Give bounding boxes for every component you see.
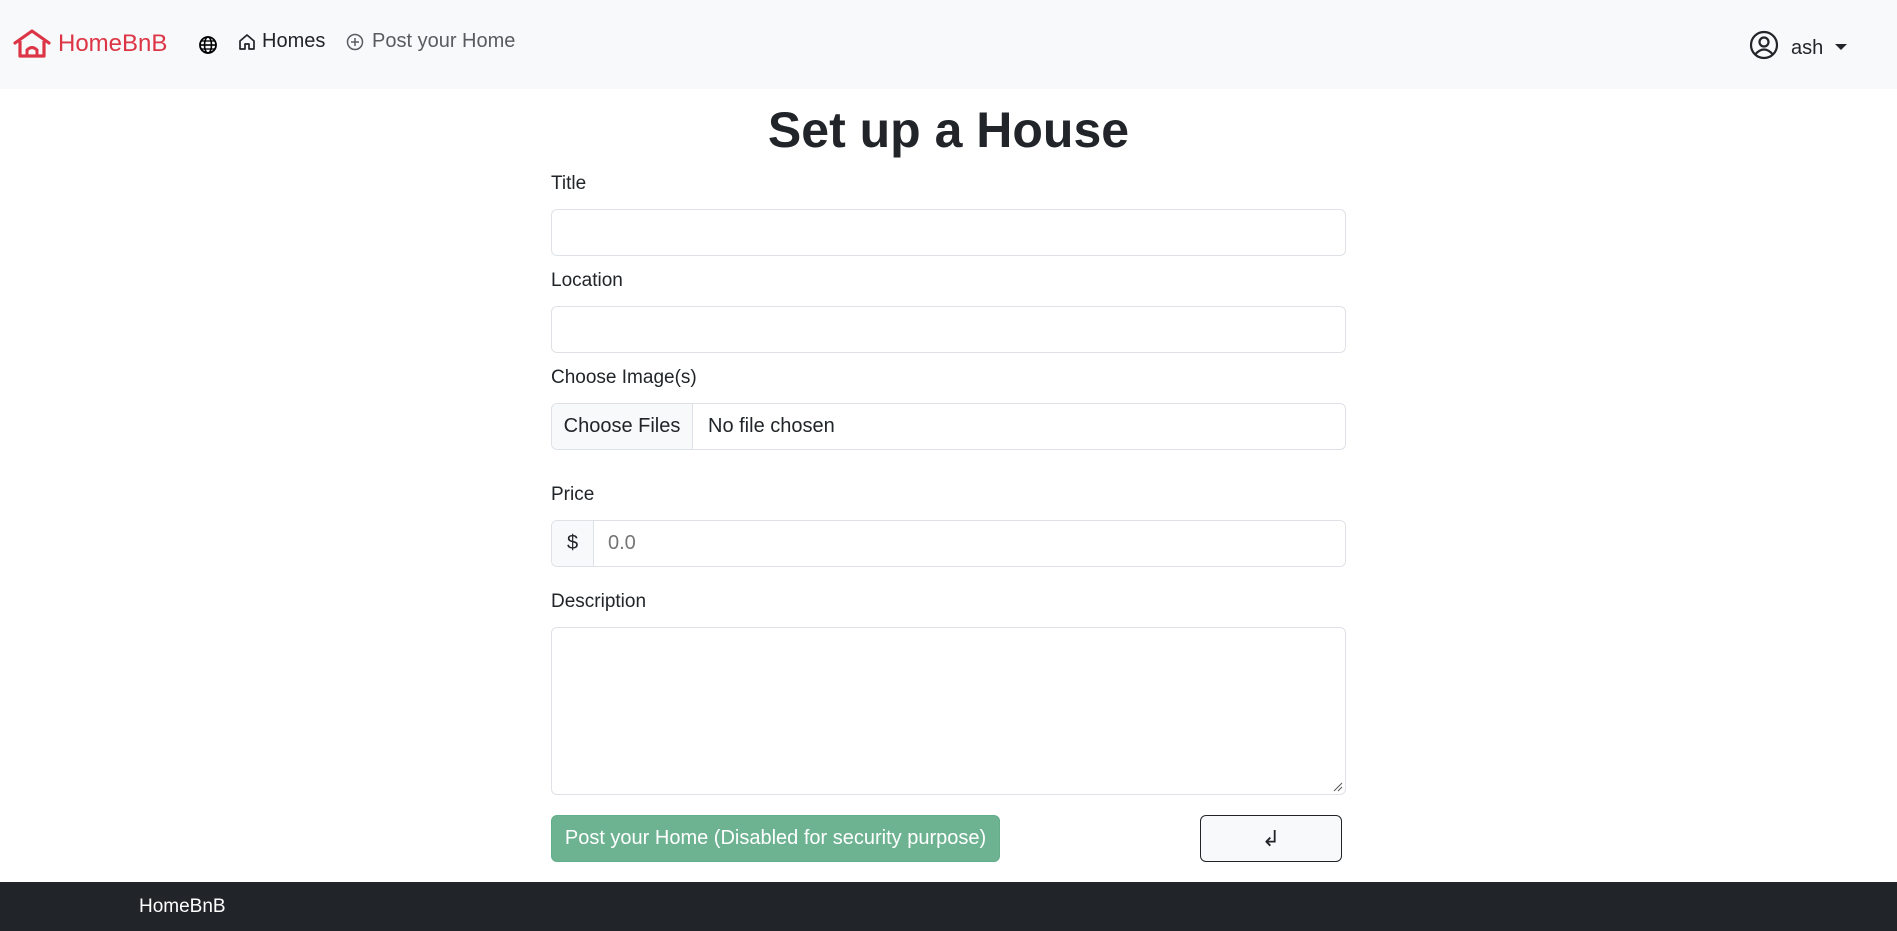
user-menu-dropdown[interactable]: ash [1749, 30, 1848, 60]
house-logo-icon [13, 29, 51, 58]
description-label: Description [551, 591, 647, 612]
nav-homes-label: Homes [262, 30, 326, 52]
nav-post-label: Post your Home [372, 30, 516, 52]
home-icon [239, 33, 255, 50]
brand-name: HomeBnB [58, 30, 168, 57]
footer: HomeBnB [0, 882, 1897, 931]
post-home-button[interactable]: Post your Home (Disabled for security pu… [551, 815, 1000, 862]
footer-brand: HomeBnB [139, 896, 226, 917]
nav-link-homes[interactable]: Homes [238, 30, 325, 53]
navbar: HomeBnB Homes Post your Home ash [0, 0, 1897, 89]
globe-icon[interactable] [198, 35, 218, 55]
title-label: Title [551, 173, 587, 194]
dollar-prefix: $ [552, 521, 594, 566]
description-textarea[interactable] [551, 627, 1346, 795]
back-button[interactable]: ↲ [1200, 815, 1342, 862]
title-input[interactable] [551, 209, 1346, 256]
caret-down-icon [1835, 44, 1848, 50]
plus-circle-icon [346, 33, 364, 50]
choose-files-button[interactable]: Choose Files [552, 404, 693, 449]
price-input[interactable] [594, 521, 1345, 566]
price-input-group: $ [551, 520, 1346, 567]
user-circle-icon [1749, 30, 1779, 60]
price-label: Price [551, 484, 595, 505]
resize-grip-icon[interactable] [1333, 782, 1343, 792]
image-file-input[interactable]: Choose Files No file chosen [551, 403, 1346, 450]
location-input[interactable] [551, 306, 1346, 353]
images-label: Choose Image(s) [551, 367, 697, 388]
nav-link-post-home[interactable]: Post your Home [346, 30, 515, 53]
brand-link[interactable]: HomeBnB [12, 28, 167, 60]
user-name: ash [1791, 36, 1824, 59]
location-label: Location [551, 270, 623, 291]
file-status-text: No file chosen [708, 415, 835, 437]
page-title: Set up a House [767, 102, 1130, 158]
